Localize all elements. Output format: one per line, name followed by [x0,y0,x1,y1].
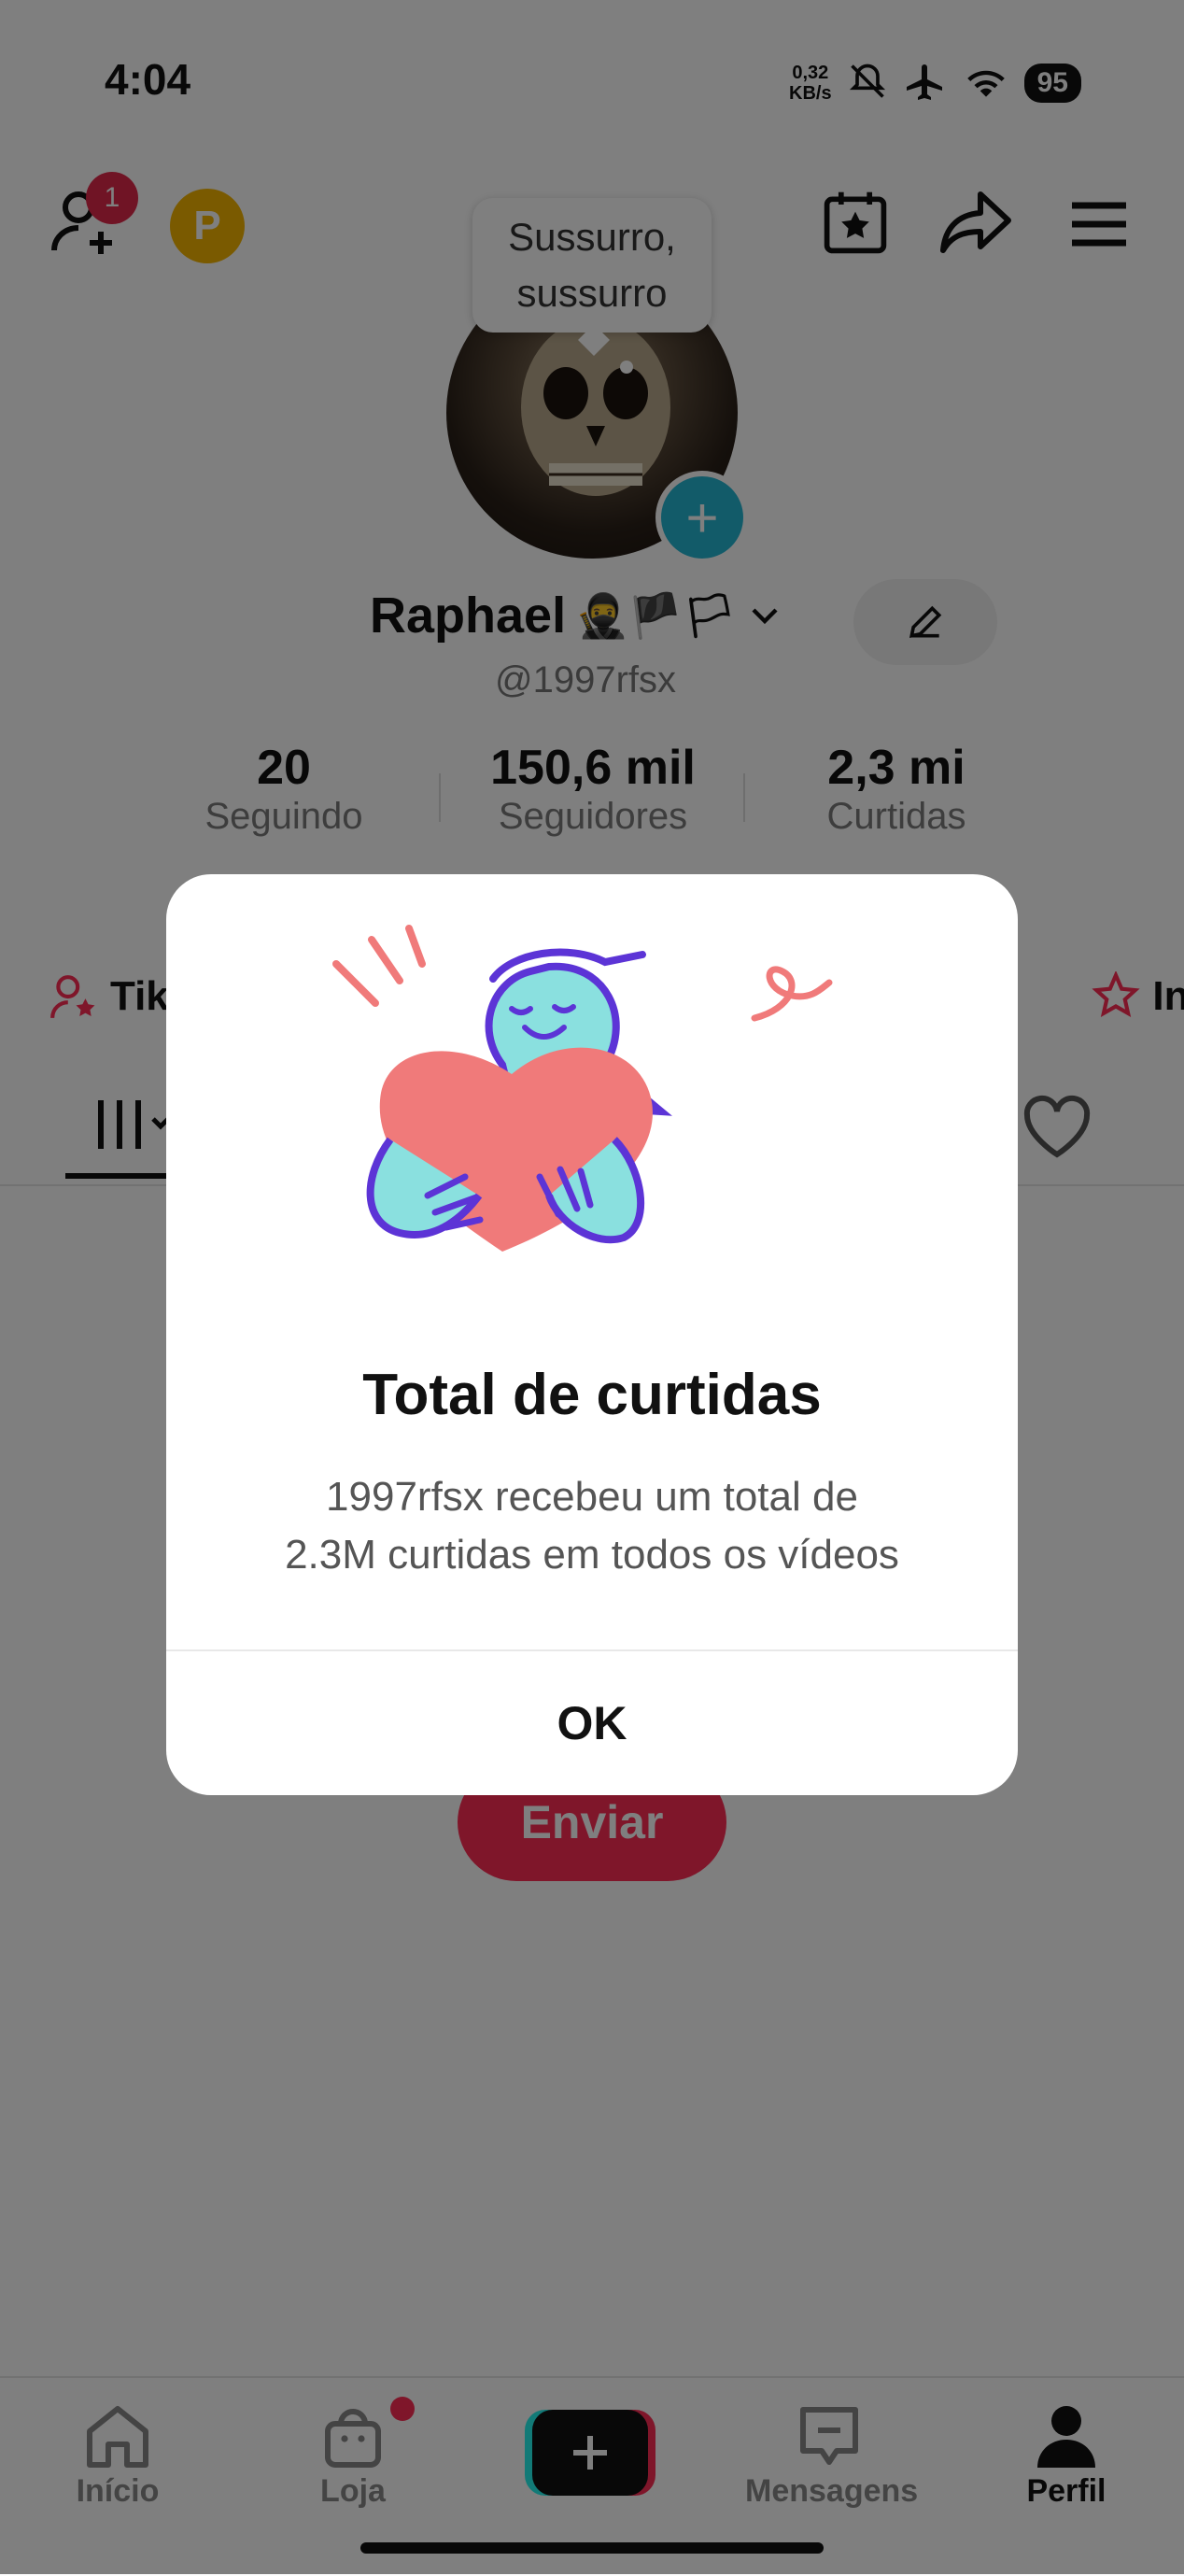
hugging-heart-illustration [332,925,833,1252]
dialog-title: Total de curtidas [362,1363,822,1427]
dialog-message-line-1: 1997rfsx recebeu um total de [326,1474,858,1520]
ok-button[interactable]: OK [166,1651,1018,1795]
total-likes-dialog: Total de curtidas 1997rfsx recebeu um to… [166,874,1018,1795]
dialog-message-line-2: 2.3M curtidas em todos os vídeos [285,1532,899,1578]
dialog-message: 1997rfsx recebeu um total de 2.3M curtid… [204,1468,980,1584]
